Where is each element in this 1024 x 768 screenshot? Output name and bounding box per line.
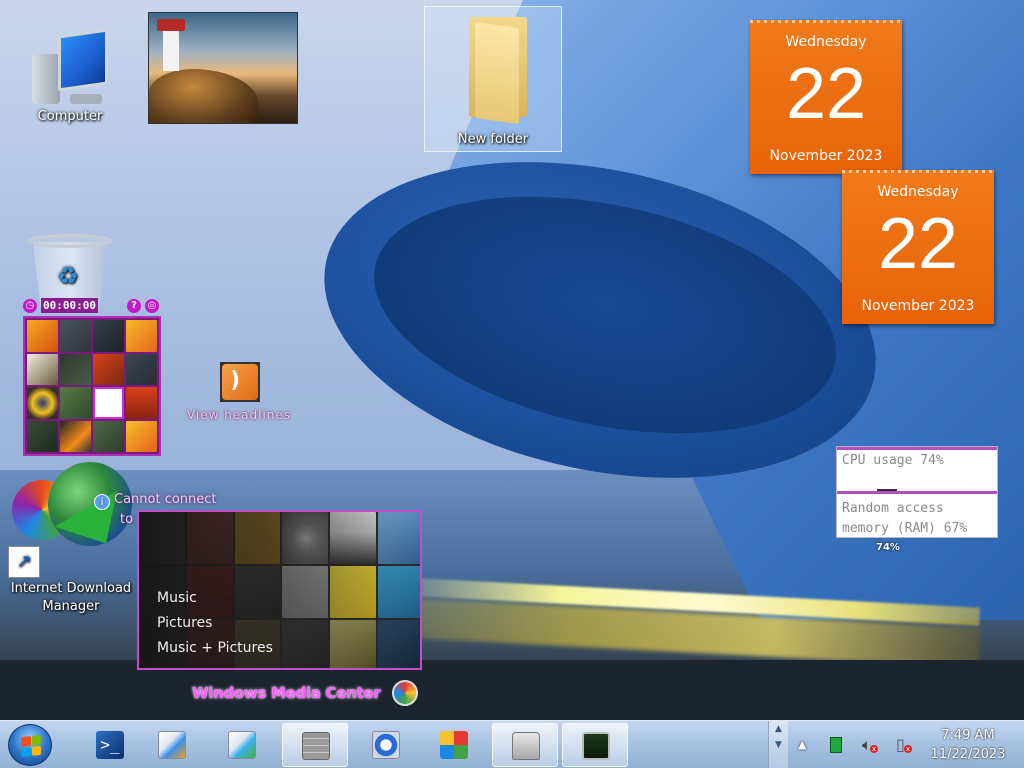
puzzle-tile[interactable]	[126, 320, 157, 352]
chevron-up-icon: ▲	[775, 724, 782, 734]
puzzle-tile[interactable]	[93, 353, 124, 385]
puzzle-tile[interactable]	[60, 353, 91, 385]
puzzle-empty-slot	[93, 387, 124, 419]
calendar-gadget[interactable]: Wednesday 22 November 2023	[842, 170, 994, 324]
scanner-icon	[512, 732, 540, 760]
meter-divider	[837, 491, 997, 494]
start-button[interactable]	[8, 724, 52, 766]
puzzle-tile[interactable]	[126, 420, 157, 452]
disconnected-badge: x	[904, 745, 912, 753]
help-icon[interactable]: ?	[127, 299, 141, 313]
ram-label-line1: Random access	[842, 501, 944, 516]
calendar-day: 22	[785, 54, 867, 134]
taskbar-clock[interactable]: 7:49 AM 11/22/2023	[920, 726, 1016, 764]
puzzle-tile[interactable]	[27, 387, 58, 419]
programs-icon-2	[228, 731, 256, 759]
media-center-gadget[interactable]: Music Pictures Music + Pictures	[137, 510, 422, 670]
picture-puzzle-gadget[interactable]: ◷ 00:00:00 ? ◎	[23, 298, 161, 456]
calendar-gadget[interactable]: Wednesday 22 November 2023	[750, 20, 902, 174]
puzzle-timer: 00:00:00	[41, 298, 98, 313]
puzzle-tile[interactable]	[60, 420, 91, 452]
folder-icon	[453, 11, 533, 125]
cpu-meter-gadget[interactable]: CPU usage 74% Random access memory (RAM)…	[836, 446, 998, 538]
desktop-icon-label: New folder	[457, 132, 529, 147]
desktop-icon-internet-download-manager[interactable]: ↗ Internet Download Manager	[4, 462, 138, 622]
cpu-usage-label: CPU usage 74%	[842, 453, 944, 468]
desktop-icon-label: Internet Download Manager	[4, 580, 138, 616]
performance-monitor-icon	[582, 732, 610, 760]
menu-item-music-pictures[interactable]: Music + Pictures	[157, 636, 273, 661]
puzzle-tile[interactable]	[60, 320, 91, 352]
puzzle-board	[23, 316, 161, 456]
calendar-day: 22	[877, 204, 959, 284]
taskbar-button-system-info[interactable]	[356, 723, 414, 767]
menu-item-pictures[interactable]: Pictures	[157, 611, 273, 636]
powershell-icon: >_	[96, 731, 124, 759]
error-line1: Cannot connect	[114, 492, 217, 507]
network-disconnected-icon[interactable]: ▯ x	[896, 735, 912, 754]
desktop-icon-label-line2: Manager	[42, 599, 100, 614]
taskbar-scroll[interactable]: ▲ ▼	[768, 721, 788, 768]
calendar-weekday: Wednesday	[785, 34, 867, 50]
taskbar-button-scanner[interactable]	[492, 723, 558, 767]
taskbar-button-programs[interactable]	[142, 723, 200, 767]
computer-icon	[30, 28, 110, 108]
puzzle-tile[interactable]	[60, 387, 91, 419]
info-monitor-icon	[372, 731, 400, 759]
puzzle-tile[interactable]	[126, 387, 157, 419]
taskbar: >_ ▲ ▼ ▲ 🔈︎ x ▯ x 7:49 AM 11/22/2023	[0, 720, 1024, 768]
clock-time: 7:49 AM	[941, 728, 995, 743]
timer-icon[interactable]: ◷	[23, 299, 37, 313]
taskbar-button-firewall[interactable]	[282, 723, 348, 767]
puzzle-tile[interactable]	[93, 320, 124, 352]
desktop-icon-label: Computer	[37, 109, 103, 124]
windows-media-center-icon[interactable]	[392, 680, 418, 706]
desktop-icon-label-line1: Internet Download	[10, 581, 132, 596]
puzzle-tile[interactable]	[126, 353, 157, 385]
puzzle-tile[interactable]	[27, 420, 58, 452]
puzzle-tile[interactable]	[27, 353, 58, 385]
taskbar-button-windows-update[interactable]	[424, 723, 482, 767]
feed-headlines-gadget[interactable]: ) View headlines	[184, 362, 294, 426]
puzzle-tile[interactable]	[27, 320, 58, 352]
firewall-icon	[302, 732, 330, 760]
battery-icon[interactable]	[830, 737, 842, 753]
cpu-percent-readout: 74%	[876, 542, 900, 553]
rss-icon: )	[220, 362, 260, 402]
clock-date: 11/22/2023	[930, 747, 1006, 762]
calendar-month-year: November 2023	[861, 298, 975, 314]
chevron-down-icon: ▼	[775, 740, 782, 750]
show-picture-icon[interactable]: ◎	[145, 299, 159, 313]
windows-logo-icon	[440, 731, 468, 759]
calendar-month-year: November 2023	[769, 148, 883, 164]
taskbar-button-programs-2[interactable]	[212, 723, 270, 767]
desktop-icon-new-folder[interactable]: New folder	[424, 6, 562, 152]
muted-badge: x	[870, 745, 878, 753]
windows-logo-icon	[21, 734, 41, 758]
media-center-title[interactable]: Windows Media Center	[192, 684, 381, 702]
ram-label-line2: memory (RAM) 67%	[842, 521, 968, 536]
info-icon: i	[94, 494, 110, 510]
shortcut-arrow-icon: ↗	[8, 546, 40, 578]
slideshow-gadget[interactable]	[148, 12, 298, 124]
media-center-menu: Music Pictures Music + Pictures	[157, 586, 273, 661]
puzzle-tile[interactable]	[93, 420, 124, 452]
calendar-weekday: Wednesday	[877, 184, 959, 200]
taskbar-button-powershell[interactable]: >_	[80, 723, 138, 767]
taskbar-button-performance-monitor[interactable]	[562, 723, 628, 767]
view-headlines-link[interactable]: View headlines	[184, 408, 294, 422]
recycle-bin-icon: ♻	[25, 232, 115, 306]
show-hidden-icons[interactable]: ▲	[798, 738, 806, 751]
programs-icon	[158, 731, 186, 759]
menu-item-music[interactable]: Music	[157, 586, 273, 611]
volume-muted-icon[interactable]: 🔈︎ x	[862, 735, 878, 755]
puzzle-toolbar: ◷ 00:00:00 ? ◎	[23, 298, 161, 314]
desktop-icon-computer[interactable]: Computer	[10, 28, 130, 126]
meter-top-bar	[837, 447, 997, 450]
